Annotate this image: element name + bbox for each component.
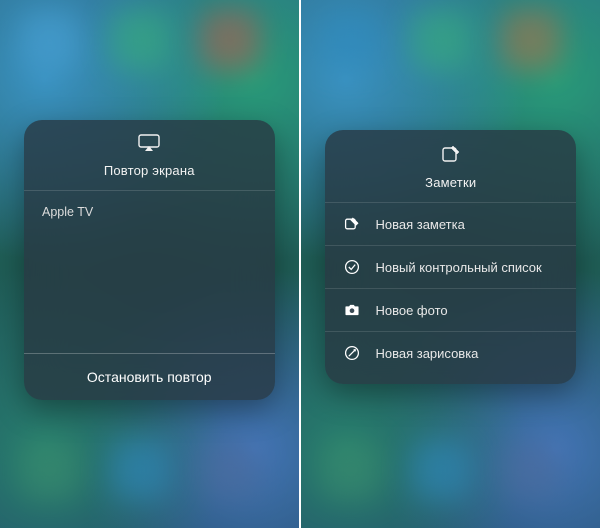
sketch-icon	[343, 344, 361, 362]
card-header: Повтор экрана	[24, 120, 275, 190]
mirror-device-row[interactable]: Apple TV	[24, 190, 275, 233]
right-pane: Заметки Новая заметка	[301, 0, 600, 528]
card-header: Заметки	[325, 130, 576, 202]
action-label: Новая заметка	[375, 217, 464, 232]
card-title: Повтор экрана	[104, 163, 195, 178]
new-photo-action[interactable]: Новое фото	[325, 288, 576, 331]
two-screenshot-collage: Повтор экрана Apple TV Остановить повтор	[0, 0, 600, 528]
new-sketch-action[interactable]: Новая зарисовка	[325, 331, 576, 374]
checklist-icon	[343, 258, 361, 276]
camera-icon	[343, 301, 361, 319]
notes-quick-actions-card: Заметки Новая заметка	[325, 130, 576, 384]
compose-icon	[343, 215, 361, 233]
stop-label: Остановить повтор	[87, 369, 212, 385]
airplay-icon	[138, 134, 160, 157]
card-body-spacer	[24, 233, 275, 353]
left-pane: Повтор экрана Apple TV Остановить повтор	[0, 0, 299, 528]
new-checklist-action[interactable]: Новый контрольный список	[325, 245, 576, 288]
stop-mirroring-button[interactable]: Остановить повтор	[24, 353, 275, 400]
action-label: Новая зарисовка	[375, 346, 478, 361]
action-label: Новый контрольный список	[375, 260, 541, 275]
card-title: Заметки	[425, 175, 476, 190]
screen-mirroring-card: Повтор экрана Apple TV Остановить повтор	[24, 120, 275, 400]
device-label: Apple TV	[42, 205, 93, 219]
action-label: Новое фото	[375, 303, 447, 318]
compose-icon	[441, 144, 461, 169]
new-note-action[interactable]: Новая заметка	[325, 202, 576, 245]
